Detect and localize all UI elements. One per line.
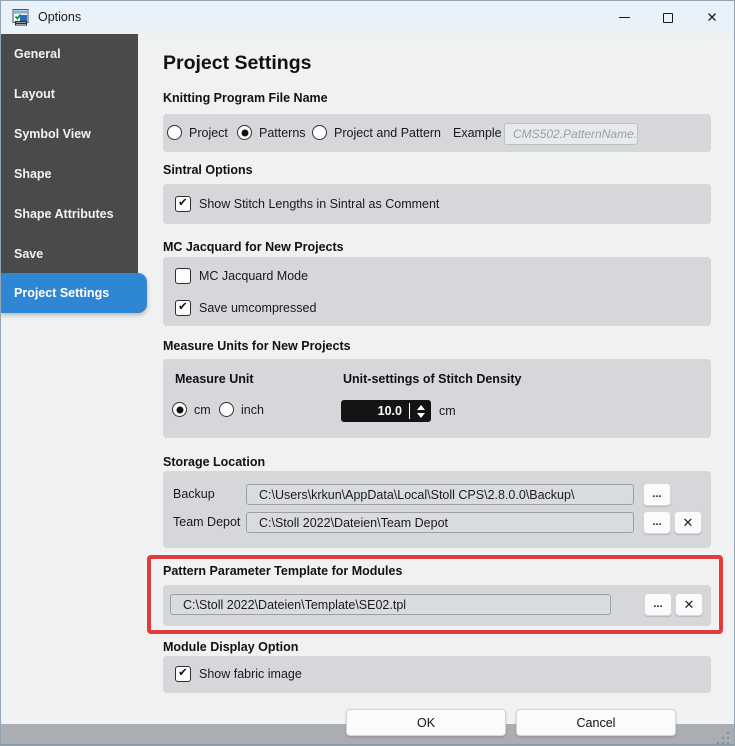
spin-up-icon[interactable]: [417, 405, 425, 410]
sidebar-item-shape[interactable]: Shape: [1, 154, 138, 194]
checkbox-mc-jacquard-mode[interactable]: ✔ MC Jacquard Mode: [175, 268, 308, 284]
radio-cm[interactable]: cm: [172, 402, 211, 417]
resize-grip[interactable]: [717, 732, 729, 744]
density-subtitle: Unit-settings of Stitch Density: [343, 372, 521, 386]
example-label: Example: [453, 126, 502, 140]
close-icon: ✕: [706, 11, 717, 25]
clear-icon: ✕: [683, 516, 694, 529]
team-depot-label: Team Depot: [173, 515, 240, 529]
browse-icon: ...: [652, 489, 661, 500]
minimize-button[interactable]: [602, 1, 646, 34]
radio-patterns[interactable]: Patterns: [237, 125, 306, 140]
maximize-button[interactable]: [646, 1, 690, 34]
minimize-icon: [619, 17, 630, 18]
backup-label: Backup: [173, 487, 215, 501]
template-browse-button[interactable]: ...: [644, 593, 672, 616]
checkbox-stitch-lengths[interactable]: ✔ Show Stitch Lengths in Sintral as Comm…: [175, 196, 439, 212]
spin-down-icon[interactable]: [417, 413, 425, 418]
sidebar-item-general[interactable]: General: [1, 34, 138, 74]
checkbox-unchecked-icon: ✔: [175, 268, 191, 284]
checkbox-show-fabric-image[interactable]: ✔ Show fabric image: [175, 666, 302, 682]
measure-panel: [163, 359, 711, 438]
team-depot-clear-button[interactable]: ✕: [674, 511, 702, 534]
spinner-arrows[interactable]: [410, 405, 431, 418]
title-bar: Options ✕: [1, 1, 734, 34]
cancel-button[interactable]: Cancel: [516, 709, 676, 736]
radio-inch[interactable]: inch: [219, 402, 264, 417]
example-filename-field: CMS502.PatternName.zip: [504, 123, 638, 145]
ok-button[interactable]: OK: [346, 709, 506, 736]
team-depot-path-field[interactable]: C:\Stoll 2022\Dateien\Team Depot: [246, 512, 634, 533]
sidebar-item-layout[interactable]: Layout: [1, 74, 138, 114]
sidebar-item-project-settings[interactable]: Project Settings: [1, 273, 147, 313]
section-title-template: Pattern Parameter Template for Modules: [163, 564, 402, 578]
section-title-knitting: Knitting Program File Name: [163, 91, 328, 105]
radio-icon: [167, 125, 182, 140]
browse-icon: ...: [652, 517, 661, 528]
backup-path-field[interactable]: C:\Users\krkun\AppData\Local\Stoll CPS\2…: [246, 484, 634, 505]
checkbox-checked-icon: ✔: [175, 300, 191, 316]
checkbox-checked-icon: ✔: [175, 196, 191, 212]
checkbox-checked-icon: ✔: [175, 666, 191, 682]
sidebar-item-symbol-view[interactable]: Symbol View: [1, 114, 138, 154]
radio-icon: [219, 402, 234, 417]
maximize-icon: [663, 13, 673, 23]
storage-panel: [163, 471, 711, 548]
clear-icon: ✕: [684, 598, 695, 611]
density-unit-label: cm: [439, 404, 456, 418]
radio-selected-icon: [172, 402, 187, 417]
checkbox-save-uncompressed[interactable]: ✔ Save umcompressed: [175, 300, 316, 316]
section-title-jacquard: MC Jacquard for New Projects: [163, 240, 344, 254]
stitch-density-value: 10.0: [341, 404, 409, 418]
section-title-sintral: Sintral Options: [163, 163, 253, 177]
radio-icon: [312, 125, 327, 140]
page-title: Project Settings: [163, 52, 311, 75]
section-title-module: Module Display Option: [163, 640, 298, 654]
section-title-measure: Measure Units for New Projects: [163, 339, 351, 353]
backup-browse-button[interactable]: ...: [643, 483, 671, 506]
radio-project[interactable]: Project: [167, 125, 228, 140]
window-title: Options: [38, 1, 81, 34]
measure-unit-subtitle: Measure Unit: [175, 372, 254, 386]
section-title-storage: Storage Location: [163, 455, 265, 469]
template-path-field[interactable]: C:\Stoll 2022\Dateien\Template\SE02.tpl: [170, 594, 611, 615]
browse-icon: ...: [653, 599, 662, 610]
options-dialog: Options ✕ General Layout Symbol View Sha…: [0, 0, 735, 746]
template-clear-button[interactable]: ✕: [675, 593, 703, 616]
sidebar-item-shape-attributes[interactable]: Shape Attributes: [1, 194, 138, 234]
team-depot-browse-button[interactable]: ...: [643, 511, 671, 534]
radio-selected-icon: [237, 125, 252, 140]
close-button[interactable]: ✕: [690, 1, 734, 34]
app-icon: [12, 9, 29, 26]
stitch-density-stepper[interactable]: 10.0: [341, 400, 431, 422]
sidebar-item-save[interactable]: Save: [1, 234, 138, 274]
radio-project-and-pattern[interactable]: Project and Pattern: [312, 125, 441, 140]
